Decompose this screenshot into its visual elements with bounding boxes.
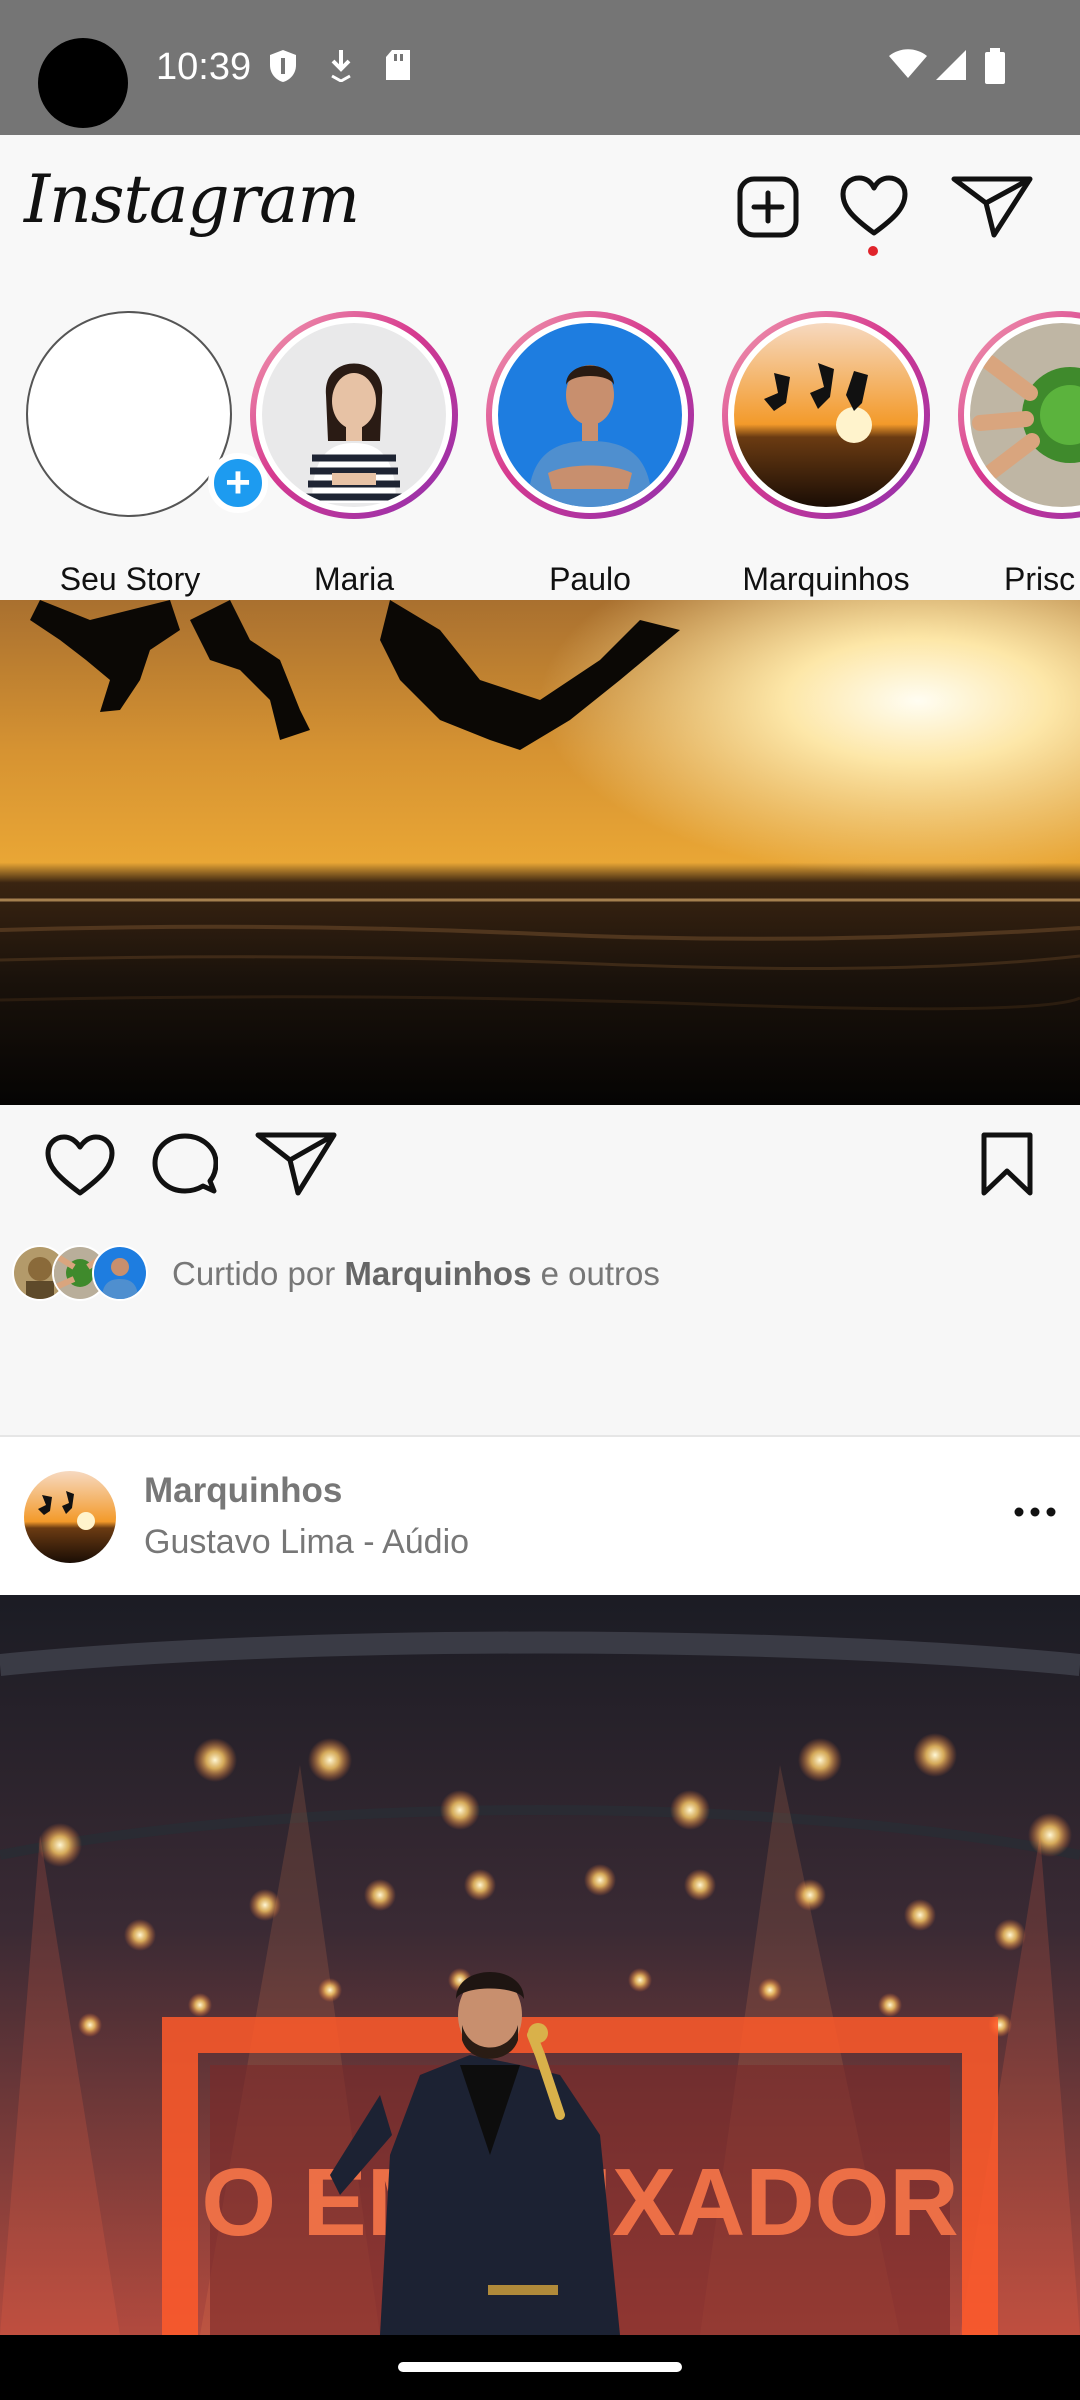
- share-icon[interactable]: [254, 1131, 338, 1197]
- story-prisc[interactable]: Prisc: [958, 311, 1080, 597]
- sd-card-icon: [386, 50, 410, 80]
- more-options-icon[interactable]: [1010, 1497, 1060, 1527]
- post-header: Marquinhos Gustavo Lima - Aúdio: [0, 1437, 1080, 1595]
- instagram-logo[interactable]: Instagram: [24, 161, 360, 238]
- avatar[interactable]: [24, 1471, 116, 1563]
- avatar: [498, 323, 682, 507]
- story-label: Seu Story: [59, 561, 201, 597]
- story-label: Maria: [313, 561, 394, 597]
- post-actions: Curtido por Marquinhos e outros: [0, 1105, 1080, 1435]
- story-marquinhos[interactable]: Marquinhos: [722, 311, 936, 597]
- wifi-icon: [889, 49, 927, 78]
- app-header: Instagram: [0, 135, 1080, 285]
- direct-message-icon[interactable]: [950, 175, 1034, 239]
- system-navigation-bar: [0, 2335, 1080, 2400]
- story-paulo[interactable]: Paulo: [486, 311, 700, 597]
- like-icon[interactable]: [44, 1133, 116, 1197]
- status-time: 10:39: [156, 46, 252, 88]
- save-icon[interactable]: [980, 1131, 1034, 1197]
- avatar: [734, 323, 918, 507]
- shield-icon: [270, 50, 296, 82]
- post-audio-label[interactable]: Gustavo Lima - Aúdio: [144, 1523, 469, 1562]
- story-label: Prisc: [1004, 561, 1076, 597]
- download-icon: [331, 50, 351, 82]
- signal-icon: [936, 50, 966, 80]
- notification-dot: [868, 246, 878, 256]
- liked-by-avatars[interactable]: [12, 1245, 152, 1301]
- home-gesture-handle[interactable]: [398, 2362, 682, 2372]
- battery-icon: [985, 48, 1005, 84]
- front-camera: [38, 38, 128, 128]
- avatar: [92, 1245, 148, 1301]
- story-own[interactable]: + Seu Story: [26, 311, 268, 597]
- stories-tray: + Seu Story Maria Paulo Marquinhos Prisc: [0, 285, 1080, 600]
- status-bar: 10:39: [0, 0, 1080, 135]
- post-image[interactable]: [0, 600, 1080, 1105]
- story-maria[interactable]: Maria: [250, 311, 464, 597]
- comment-icon[interactable]: [152, 1133, 218, 1197]
- liked-by-text[interactable]: Curtido por Marquinhos e outros: [172, 1255, 660, 1293]
- new-post-icon[interactable]: [736, 175, 800, 239]
- story-label: Paulo: [549, 561, 631, 597]
- story-label: Marquinhos: [742, 561, 910, 597]
- liked-by-user[interactable]: Marquinhos: [344, 1255, 531, 1292]
- heart-icon[interactable]: [840, 175, 908, 237]
- post-image[interactable]: O EMBAIXADOR: [0, 1595, 1080, 2335]
- own-story-avatar: [26, 311, 232, 517]
- avatar: [262, 323, 446, 507]
- post-username[interactable]: Marquinhos: [144, 1471, 342, 1511]
